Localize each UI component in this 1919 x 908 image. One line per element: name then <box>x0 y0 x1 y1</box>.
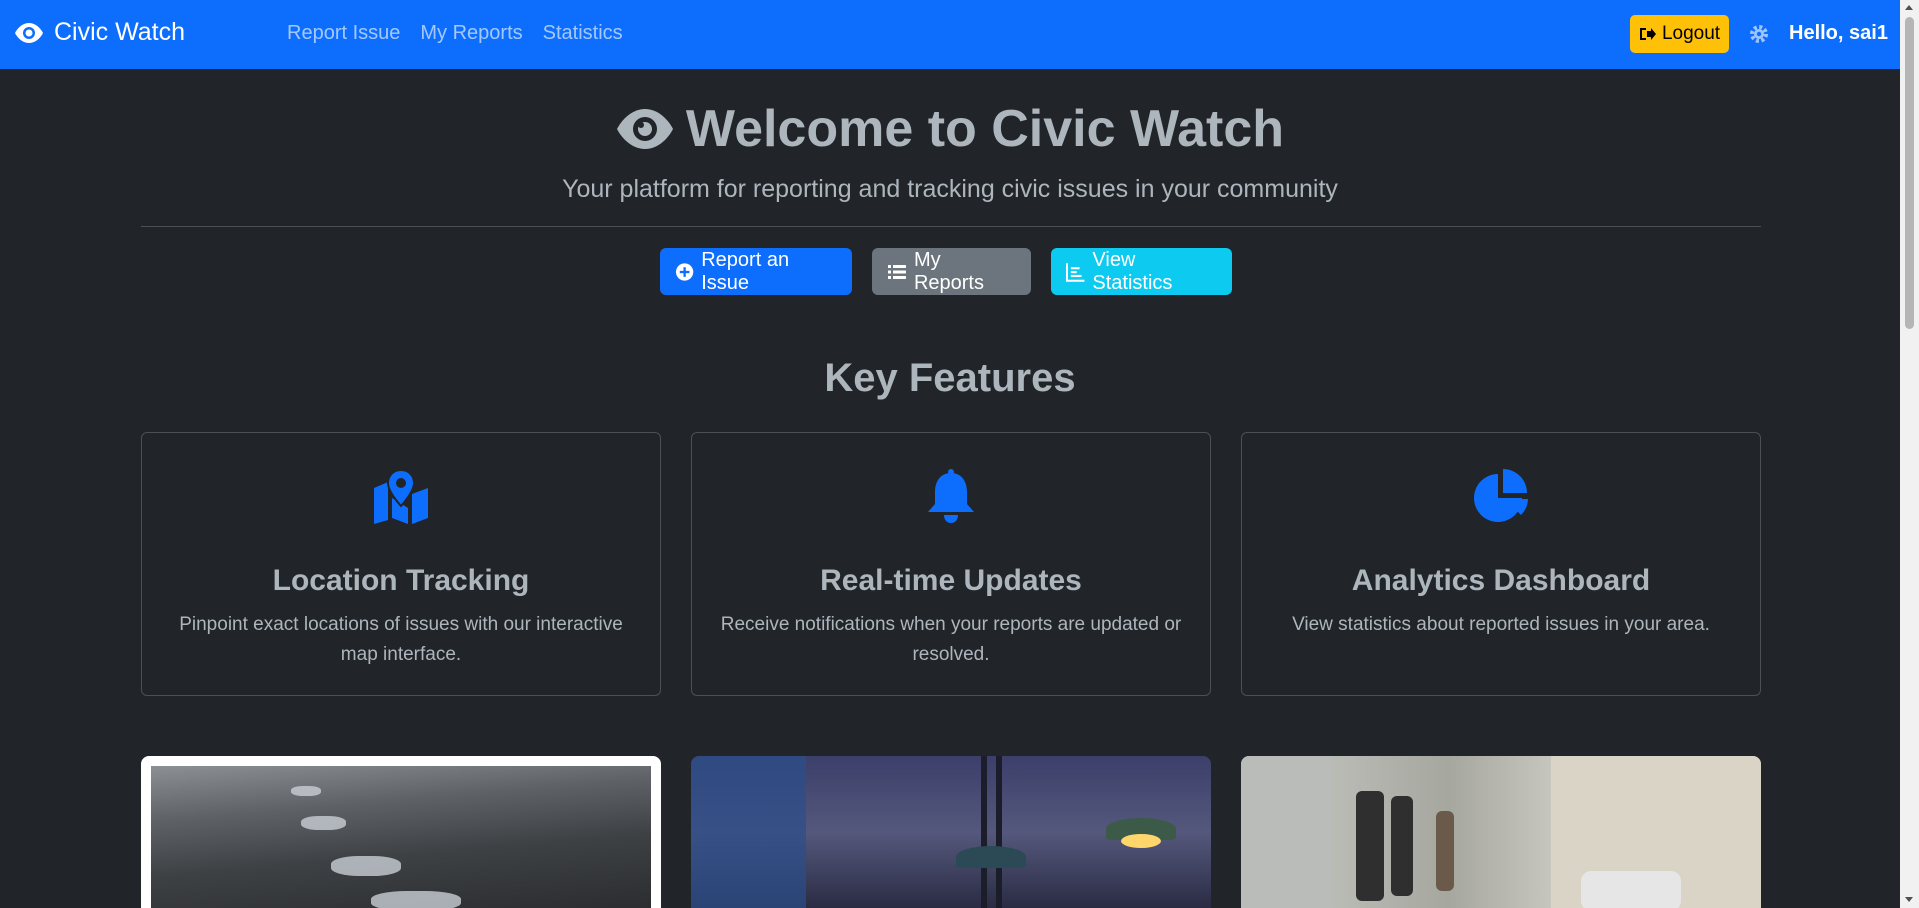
garbage-pile <box>1581 871 1681 908</box>
my-reports-label: My Reports <box>913 248 984 294</box>
logout-label: Logout <box>1661 23 1721 44</box>
hero-title-text: Welcome to Civic Watch <box>685 100 1285 158</box>
eye-icon <box>616 109 673 149</box>
scroll-down-arrow-icon[interactable] <box>1905 897 1913 902</box>
pothole-photo <box>141 756 661 908</box>
report-issue-label: Report an Issue <box>701 248 790 294</box>
top-navbar: Civic Watch Report Issue My Reports Stat… <box>0 0 1900 69</box>
page-scrollbar[interactable] <box>1900 0 1919 908</box>
sky-shape <box>691 756 806 908</box>
nav-link-statistics[interactable]: Statistics <box>543 22 623 45</box>
features-heading: Key Features <box>824 356 1076 400</box>
puddle-shape <box>331 856 401 876</box>
feature-description: View statistics about reported issues in… <box>1292 614 1710 635</box>
brand-link[interactable]: Civic Watch <box>14 18 185 47</box>
hero-actions: Report an Issue My Reports View Statisti… <box>660 248 1232 295</box>
feature-card-updates: Real-time Updates Receive notifications … <box>691 432 1211 696</box>
logout-button[interactable]: Logout <box>1630 15 1729 53</box>
scroll-thumb[interactable] <box>1905 17 1914 329</box>
lamp-post <box>996 756 1002 908</box>
user-greeting: Hello, sai1 <box>1789 22 1888 44</box>
list-icon <box>887 264 906 279</box>
streetlight-photo <box>691 756 1211 908</box>
feature-cards: Location Tracking Pinpoint exact locatio… <box>141 432 1761 696</box>
sign-out-icon <box>1639 28 1656 40</box>
feature-description: Receive notifications when your reports … <box>720 614 1182 665</box>
hero-subtitle: Your platform for reporting and tracking… <box>562 175 1338 203</box>
feature-card-location: Location Tracking Pinpoint exact locatio… <box>141 432 661 696</box>
brand-name: Civic Watch <box>54 18 186 46</box>
nav-links: Report Issue My Reports Statistics <box>287 22 623 45</box>
view-statistics-button[interactable]: View Statistics <box>1051 248 1232 295</box>
pedestrian-shape <box>1391 796 1413 896</box>
pedestrian-shape <box>1436 811 1454 891</box>
puddle-shape <box>371 891 461 908</box>
report-issue-button[interactable]: Report an Issue <box>660 248 852 295</box>
bar-chart-icon <box>1066 262 1085 282</box>
map-location-icon <box>374 468 428 524</box>
feature-card-analytics: Analytics Dashboard View statistics abou… <box>1241 432 1761 696</box>
pedestrian-shape <box>1356 791 1384 901</box>
feature-description: Pinpoint exact locations of issues with … <box>179 614 623 665</box>
feature-title: Analytics Dashboard <box>1351 564 1651 597</box>
hero-divider <box>141 226 1761 227</box>
hero-title: Welcome to Civic Watch <box>0 99 1900 159</box>
puddle-shape <box>291 786 321 796</box>
nav-link-report-issue[interactable]: Report Issue <box>287 22 400 45</box>
eye-icon <box>15 22 43 43</box>
puddle-shape <box>301 816 346 830</box>
plus-circle-icon <box>675 262 694 281</box>
theme-toggle-icon[interactable] <box>1748 23 1770 45</box>
garbage-street-photo <box>1241 756 1761 908</box>
scroll-up-arrow-icon[interactable] <box>1905 5 1913 10</box>
pie-chart-icon <box>1474 469 1528 522</box>
pothole-road-image <box>151 766 651 908</box>
wall-shape <box>1241 756 1331 908</box>
lamp-shade <box>956 846 1026 868</box>
lamp-post <box>981 756 987 908</box>
lamp-light <box>1121 834 1161 848</box>
bell-icon <box>928 469 974 523</box>
nav-link-my-reports[interactable]: My Reports <box>420 22 522 45</box>
feature-title: Location Tracking <box>272 564 530 597</box>
my-reports-button[interactable]: My Reports <box>872 248 1031 295</box>
view-statistics-label: View Statistics <box>1092 248 1173 294</box>
feature-title: Real-time Updates <box>820 564 1082 597</box>
issue-gallery <box>141 756 1761 908</box>
